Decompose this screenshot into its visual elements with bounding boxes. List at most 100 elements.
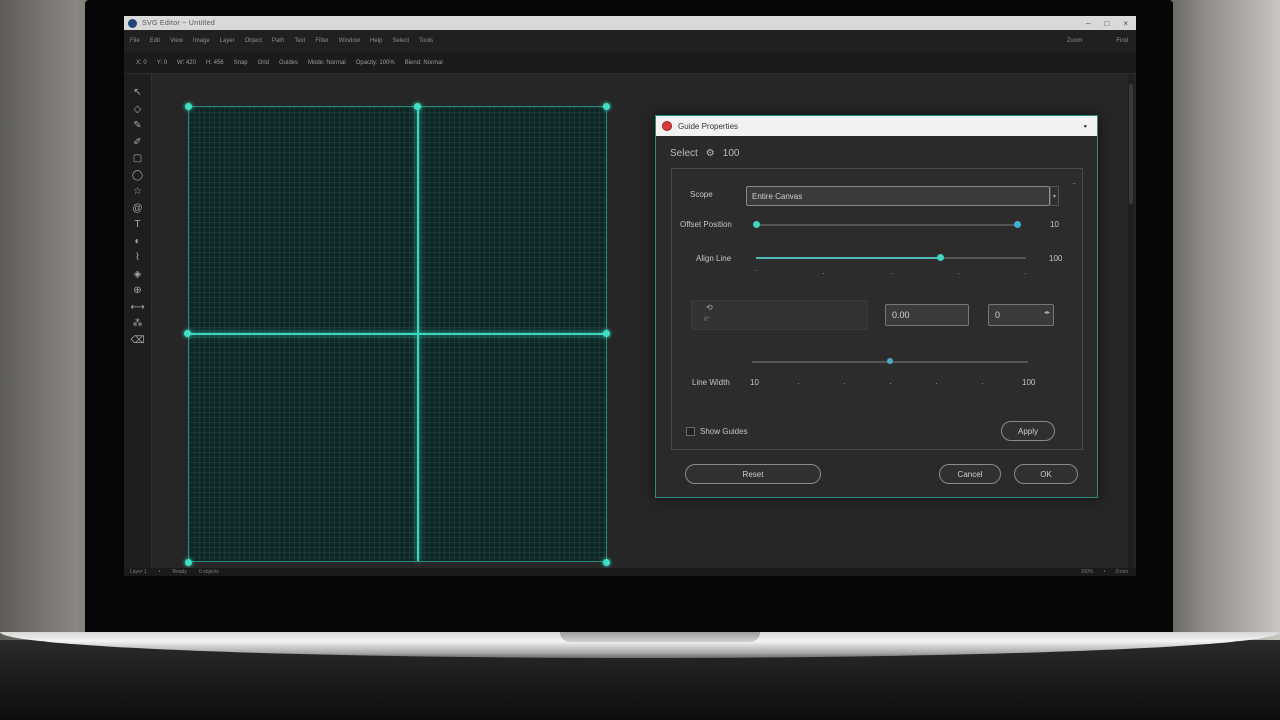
menu-right-item-zoom[interactable]: Zoom bbox=[1067, 38, 1082, 44]
screen: SVG Editor ~ Untitled – □ × File Edit View… bbox=[124, 16, 1136, 576]
reset-button[interactable]: Reset bbox=[685, 464, 821, 484]
show-guides-checkbox[interactable] bbox=[686, 427, 695, 436]
menu-item-tools[interactable]: Tools bbox=[419, 38, 433, 44]
guide-handle-right[interactable] bbox=[603, 330, 610, 337]
spiral-icon[interactable]: @ bbox=[131, 202, 145, 217]
scope-select[interactable]: Entire Canvas bbox=[746, 186, 1050, 206]
tool-option-3[interactable]: H: 456 bbox=[206, 60, 224, 66]
dialog-close-button[interactable]: ▪ bbox=[1084, 121, 1087, 131]
align-slider-thumb[interactable] bbox=[937, 254, 944, 261]
tool-palette: ↖ ◇ ✎ ✐ ▢ ◯ ☆ @ T ◐ ⌇ ◈ ⊕ ⟷ ⁂ ⌫ bbox=[124, 74, 152, 568]
offset-label: Offset Position bbox=[680, 220, 732, 229]
gradient-icon[interactable]: ◐ bbox=[131, 235, 145, 250]
menu-item-window[interactable]: Window bbox=[339, 38, 360, 44]
fill-icon[interactable]: ◈ bbox=[131, 268, 145, 283]
align-tick bbox=[756, 270, 757, 271]
menu-item-layer[interactable]: Layer bbox=[220, 38, 235, 44]
offset-slider-thumb[interactable] bbox=[753, 221, 760, 228]
select-icon[interactable]: ↖ bbox=[131, 86, 145, 101]
horizontal-guide[interactable] bbox=[189, 333, 606, 335]
settings-gear-icon[interactable]: ⚙ bbox=[706, 148, 715, 159]
measure-icon[interactable]: ⟷ bbox=[130, 301, 144, 316]
align-slider[interactable] bbox=[756, 254, 1026, 261]
corner-handle-bottom-right[interactable] bbox=[603, 559, 610, 566]
tool-option-9[interactable]: Blend: Normal bbox=[405, 60, 443, 66]
scrollbar-thumb[interactable] bbox=[1129, 84, 1133, 204]
eraser-icon[interactable]: ⌫ bbox=[130, 334, 144, 349]
spinner-arrows-icon[interactable]: ◂▸ bbox=[1044, 309, 1050, 316]
menu-item-image[interactable]: Image bbox=[193, 38, 210, 44]
y-position-field[interactable]: 0 ◂▸ bbox=[988, 304, 1054, 326]
rect-icon[interactable]: ▢ bbox=[131, 152, 145, 167]
app-logo-icon bbox=[128, 18, 137, 28]
corner-handle-bottom-left[interactable] bbox=[185, 559, 192, 566]
ok-button[interactable]: OK bbox=[1014, 464, 1078, 484]
width-slider[interactable] bbox=[752, 358, 1028, 364]
node-icon[interactable]: ◇ bbox=[131, 103, 145, 118]
ellipse-icon[interactable]: ◯ bbox=[131, 169, 145, 184]
tool-option-0[interactable]: X: 0 bbox=[136, 60, 147, 66]
menu-item-path[interactable]: Path bbox=[272, 38, 284, 44]
width-slider-fill bbox=[752, 361, 890, 363]
apply-button-label: Apply bbox=[1017, 426, 1038, 436]
close-window-button[interactable]: × bbox=[1123, 19, 1128, 28]
tool-option-8[interactable]: Opacity: 100% bbox=[356, 60, 395, 66]
align-value: 100 bbox=[1049, 254, 1063, 263]
menu-item-file[interactable]: File bbox=[130, 38, 140, 44]
guide-handle-top[interactable] bbox=[414, 103, 421, 110]
menu-item-help[interactable]: Help bbox=[370, 38, 382, 44]
align-tick bbox=[891, 273, 892, 274]
star-icon[interactable]: ☆ bbox=[131, 185, 145, 200]
tool-option-4[interactable]: Snap bbox=[234, 60, 248, 66]
minimize-button[interactable]: – bbox=[1086, 19, 1090, 28]
x-position-value: 0.00 bbox=[892, 310, 910, 320]
cancel-button[interactable]: Cancel bbox=[939, 464, 1001, 484]
menu-item-edit[interactable]: Edit bbox=[150, 38, 160, 44]
tool-option-6[interactable]: Guides bbox=[279, 60, 298, 66]
tool-option-1[interactable]: Y: 0 bbox=[157, 60, 167, 66]
width-tick bbox=[844, 383, 845, 384]
settings-group: – Scope Entire Canvas ▾ Offset Position … bbox=[671, 168, 1083, 450]
window-controls: – □ × bbox=[1086, 19, 1136, 28]
corner-handle-top-right[interactable] bbox=[603, 103, 610, 110]
menu-item-select[interactable]: Select bbox=[392, 38, 409, 44]
align-tick bbox=[958, 273, 959, 274]
chevron-down-icon[interactable]: ▾ bbox=[1050, 186, 1059, 206]
menu-item-object[interactable]: Object bbox=[245, 38, 262, 44]
offset-slider-end-thumb[interactable] bbox=[1014, 221, 1021, 228]
width-tick bbox=[936, 383, 937, 384]
maximize-button[interactable]: □ bbox=[1104, 19, 1109, 28]
pencil-icon[interactable]: ✐ bbox=[131, 136, 145, 151]
pen-icon[interactable]: ✎ bbox=[131, 119, 145, 134]
group-collapse-icon[interactable]: – bbox=[1073, 181, 1076, 187]
menu-item-filter[interactable]: Filter bbox=[315, 38, 328, 44]
menu-item-view[interactable]: View bbox=[170, 38, 183, 44]
guide-handle-left[interactable] bbox=[184, 330, 191, 337]
y-position-value: 0 bbox=[995, 310, 1001, 320]
show-guides-label: Show Guides bbox=[700, 427, 748, 436]
text-icon[interactable]: T bbox=[131, 218, 145, 233]
offset-value: 10 bbox=[1050, 220, 1059, 229]
menu-item-text[interactable]: Text bbox=[294, 38, 305, 44]
width-tick bbox=[890, 383, 891, 384]
offset-slider[interactable] bbox=[753, 221, 1021, 228]
tool-option-5[interactable]: Grid bbox=[258, 60, 269, 66]
title-bar: SVG Editor ~ Untitled – □ × bbox=[124, 16, 1136, 30]
drawing-canvas[interactable] bbox=[188, 106, 607, 562]
status-item-3: 0 objects bbox=[198, 569, 219, 575]
align-slider-fill bbox=[756, 257, 940, 259]
menu-right-item-find[interactable]: Find bbox=[1116, 38, 1128, 44]
width-slider-thumb[interactable] bbox=[887, 358, 893, 364]
apply-button[interactable]: Apply bbox=[1001, 421, 1055, 441]
vertical-scrollbar[interactable] bbox=[1128, 74, 1134, 568]
menu-bar: File Edit View Image Layer Object Path Text Filt… bbox=[124, 30, 1136, 52]
status-right-item-1: • bbox=[1103, 569, 1106, 575]
tool-option-2[interactable]: W: 420 bbox=[177, 60, 196, 66]
x-position-field[interactable]: 0.00 bbox=[885, 304, 969, 326]
zoom-icon[interactable]: ⊕ bbox=[131, 284, 145, 299]
corner-handle-top-left[interactable] bbox=[185, 103, 192, 110]
spray-icon[interactable]: ⁂ bbox=[131, 317, 145, 332]
status-bar: Layer 1 • Ready 0 objects 100% • Zoom bbox=[124, 568, 1136, 576]
dropper-icon[interactable]: ⌇ bbox=[131, 251, 145, 266]
tool-option-7[interactable]: Mode: Normal bbox=[308, 60, 346, 66]
